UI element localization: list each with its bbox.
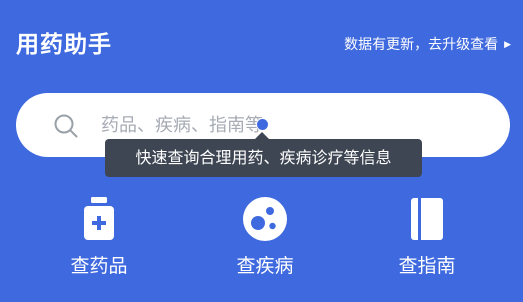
search-disease-button[interactable]: 查疾病 — [210, 195, 320, 279]
medicine-bottle-icon — [84, 197, 114, 240]
search-placeholder: 药品、疾病、指南等 — [101, 115, 263, 136]
search-guide-label: 查指南 — [398, 255, 456, 277]
virus-icon — [243, 197, 287, 241]
app-title: 用药助手 — [16, 32, 112, 58]
tooltip-arrow — [255, 132, 269, 139]
search-guide-button[interactable]: 查指南 — [372, 195, 482, 279]
search-drug-button[interactable]: 查药品 — [44, 195, 154, 279]
search-drug-label: 查药品 — [70, 255, 128, 277]
chevron-right-icon: ▶ — [504, 40, 511, 50]
search-disease-label: 查疾病 — [236, 255, 294, 277]
upgrade-link-label: 数据有更新，去升级查看 — [344, 37, 499, 53]
search-tooltip: 快速查询合理用药、疾病诊疗等信息 — [105, 139, 422, 177]
book-icon — [411, 198, 443, 240]
pointer-dot — [256, 118, 269, 131]
search-icon — [54, 114, 78, 138]
upgrade-link[interactable]: 数据有更新，去升级查看 ▶ — [344, 34, 511, 56]
